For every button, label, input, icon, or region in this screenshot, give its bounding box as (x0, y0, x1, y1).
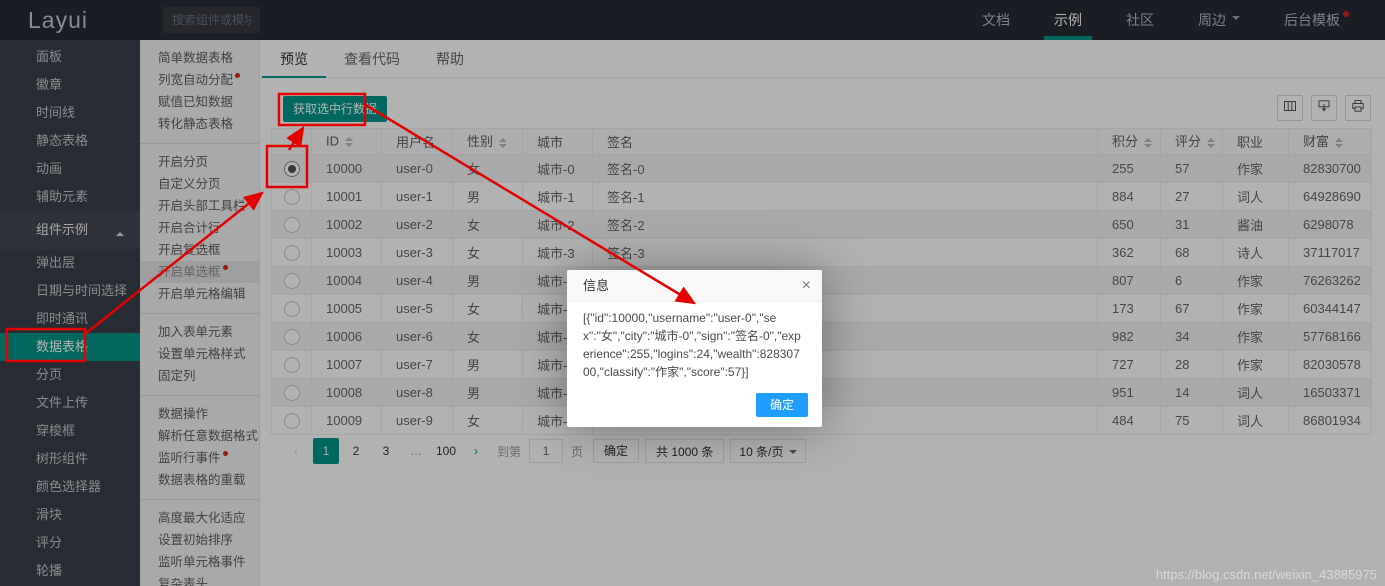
dialog-json-text: [{"id":10000,"username":"user-0","sex":"… (583, 311, 801, 379)
info-dialog: 信息 × [{"id":10000,"username":"user-0","s… (567, 270, 822, 427)
dialog-ok-button[interactable]: 确定 (755, 393, 808, 417)
dialog-title: 信息 (567, 270, 822, 302)
close-icon[interactable]: × (802, 275, 811, 297)
csdn-watermark: https://blog.csdn.net/weixin_43885975 (1155, 567, 1377, 582)
